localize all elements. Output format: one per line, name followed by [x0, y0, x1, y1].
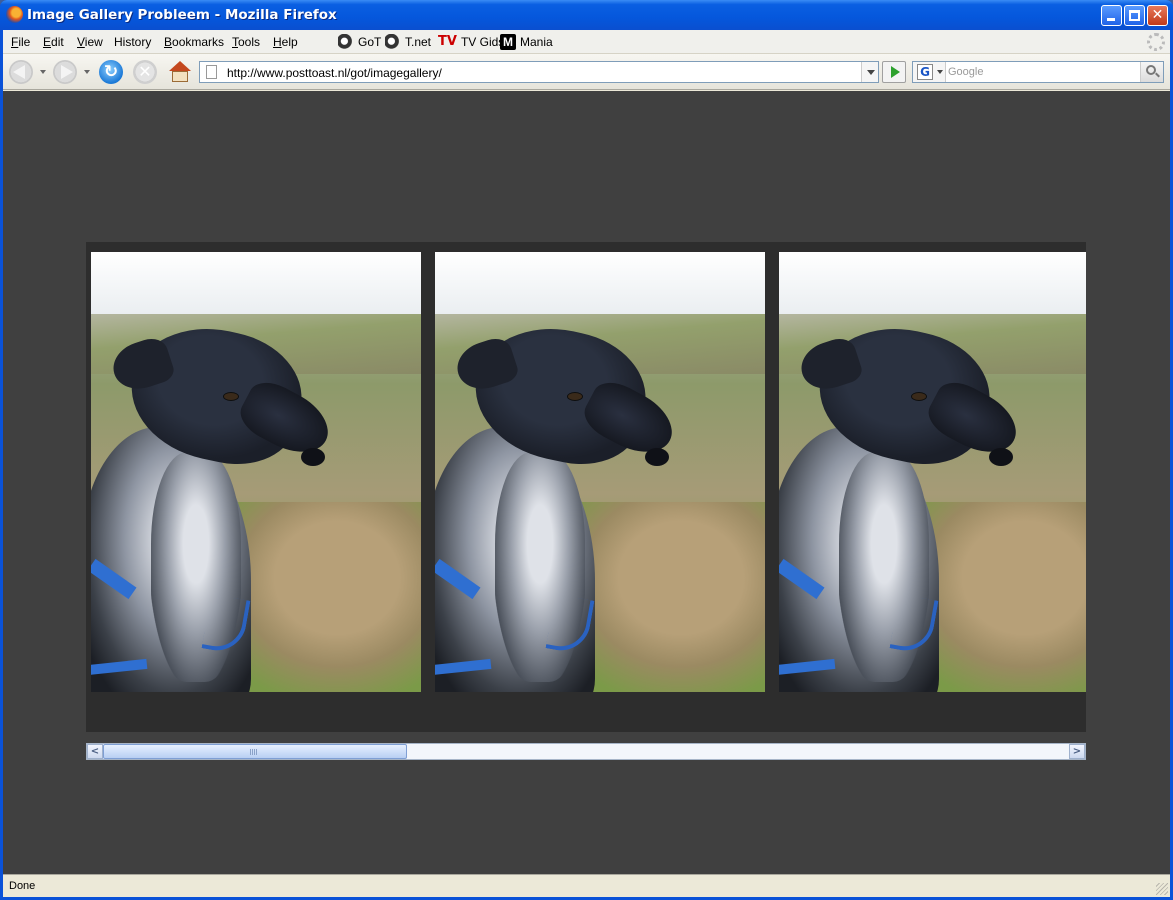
scroll-right-button[interactable]: >: [1069, 744, 1085, 759]
stop-icon: ✕: [138, 62, 152, 81]
minimize-button[interactable]: [1101, 5, 1122, 26]
reload-icon: ↻: [103, 62, 119, 82]
home-icon: [169, 61, 191, 71]
browser-window: Image Gallery Probleem - Mozilla Firefox…: [0, 0, 1173, 900]
firefox-icon: [6, 6, 23, 23]
throbber-icon: [1147, 33, 1165, 51]
maximize-icon: [1129, 10, 1140, 21]
dog-eye: [567, 392, 583, 401]
navigation-toolbar: ↻ ✕ http://www.posttoast.nl/got/imagegal…: [3, 54, 1170, 90]
url-bar[interactable]: http://www.posttoast.nl/got/imagegallery…: [199, 61, 879, 83]
search-bar: G: [912, 61, 1164, 83]
page-icon: [206, 65, 217, 79]
menu-file-label: ile: [18, 35, 31, 49]
photo-sky: [435, 252, 765, 318]
gallery-horizontal-scrollbar[interactable]: < >: [86, 743, 1086, 760]
close-icon: ✕: [1151, 7, 1164, 23]
back-button[interactable]: [9, 60, 33, 84]
bookmark-tnet-label: T.net: [405, 35, 432, 49]
menu-bookmarks[interactable]: Bookmarks: [164, 35, 224, 49]
menu-tools-label: ools: [238, 35, 261, 49]
menu-history[interactable]: History: [114, 35, 151, 49]
menu-view[interactable]: View: [77, 35, 103, 49]
bookmark-tv-gids-label: TV Gids: [460, 35, 505, 49]
photo-sky: [779, 252, 1086, 318]
title-bar[interactable]: Image Gallery Probleem - Mozilla Firefox…: [0, 0, 1173, 30]
menu-help[interactable]: Help: [273, 35, 298, 49]
menu-bookmarks-accel: B: [164, 35, 173, 49]
mania-icon: M: [500, 34, 516, 50]
menu-help-accel: H: [273, 35, 282, 49]
back-arrow-icon: [13, 65, 25, 79]
chevron-left-icon: <: [90, 746, 100, 757]
url-history-dropdown[interactable]: [861, 62, 878, 82]
stop-button[interactable]: ✕: [133, 60, 157, 84]
status-text: Done: [9, 880, 36, 892]
gallery-photo[interactable]: [91, 252, 421, 692]
forward-arrow-icon: [61, 65, 73, 79]
close-button[interactable]: ✕: [1147, 5, 1168, 26]
menu-tools[interactable]: Tools: [232, 35, 260, 49]
reload-button[interactable]: ↻: [99, 60, 123, 84]
chevron-right-icon: >: [1072, 746, 1082, 757]
bookmark-mania-label: Mania: [520, 35, 553, 49]
photo-sky: [91, 252, 421, 318]
status-bar: Done: [3, 874, 1170, 897]
maximize-button[interactable]: [1124, 5, 1145, 26]
window-title: Image Gallery Probleem - Mozilla Firefox: [27, 7, 337, 23]
forward-button[interactable]: [53, 60, 77, 84]
bookmark-mania[interactable]: M Mania: [500, 34, 553, 50]
tv-icon: TV: [438, 34, 457, 49]
home-button[interactable]: [168, 60, 192, 84]
menu-edit-accel: E: [43, 35, 52, 49]
minimize-icon: [1107, 18, 1115, 21]
search-engine-selector[interactable]: G: [913, 62, 946, 82]
bookmark-got[interactable]: GoT: [338, 34, 381, 50]
google-icon: G: [917, 64, 933, 80]
dog-nose: [645, 448, 669, 466]
tnet-icon: [385, 34, 401, 50]
browser-client-area: File Edit View History Bookmarks Tools H…: [3, 30, 1170, 897]
back-history-dropdown-icon[interactable]: [40, 70, 46, 74]
menu-view-label: iew: [84, 35, 103, 49]
dog-nose: [989, 448, 1013, 466]
page-content: < >: [3, 91, 1170, 874]
image-gallery[interactable]: [86, 242, 1086, 732]
home-icon-body: [172, 71, 188, 82]
menu-bar: File Edit View History Bookmarks Tools H…: [3, 30, 1170, 54]
menu-view-accel: V: [77, 35, 85, 49]
dog-eye: [911, 392, 927, 401]
dog-eye: [223, 392, 239, 401]
bookmark-tnet[interactable]: T.net: [385, 34, 431, 50]
dog-nose: [301, 448, 325, 466]
menu-bookmarks-label: ookmarks: [172, 35, 225, 49]
menu-file[interactable]: File: [11, 35, 30, 49]
scrollbar-grip-icon: [250, 749, 258, 755]
menu-edit[interactable]: Edit: [43, 35, 64, 49]
bookmark-got-label: GoT: [358, 35, 382, 49]
search-button[interactable]: [1140, 62, 1163, 82]
scroll-left-button[interactable]: <: [87, 744, 103, 759]
resize-grip-icon[interactable]: [1156, 883, 1168, 895]
scrollbar-thumb[interactable]: [103, 744, 407, 759]
go-button[interactable]: [882, 61, 906, 83]
bookmark-tv-gids[interactable]: TV TV Gids: [438, 34, 504, 50]
menu-help-label: elp: [281, 35, 298, 49]
search-input[interactable]: [948, 64, 1138, 80]
magnifier-handle: [1155, 72, 1160, 78]
got-icon: [338, 34, 354, 50]
gallery-photo[interactable]: [435, 252, 765, 692]
forward-history-dropdown-icon[interactable]: [84, 70, 90, 74]
url-text[interactable]: http://www.posttoast.nl/got/imagegallery…: [227, 66, 442, 80]
menu-edit-label: dit: [51, 35, 64, 49]
gallery-photo[interactable]: [779, 252, 1086, 692]
